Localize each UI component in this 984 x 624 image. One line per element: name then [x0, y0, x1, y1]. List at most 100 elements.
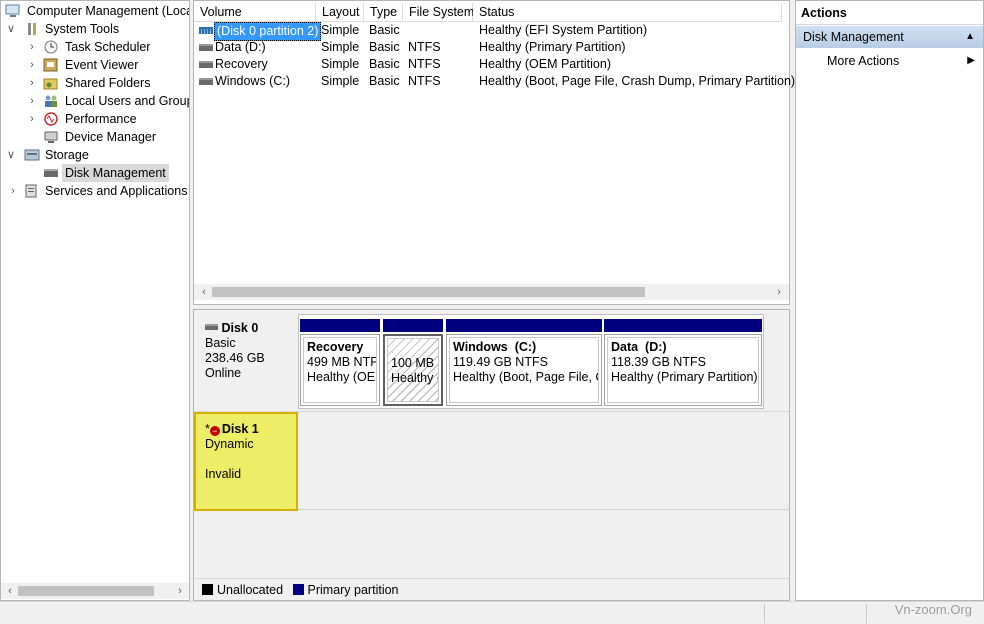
column-header-file-system[interactable]: File System	[403, 3, 474, 22]
chevron-right-icon[interactable]: ›	[27, 110, 37, 128]
partition-size: 499 MB NTFS	[307, 355, 376, 369]
volume-status: Healthy (EFI System Partition)	[479, 23, 648, 37]
scroll-left-arrow-icon[interactable]: ‹	[196, 284, 212, 300]
partition-efi[interactable]: 100 MB Healthy (EFI System Partition)	[383, 334, 443, 406]
scrollbar-thumb[interactable]	[18, 586, 154, 596]
tree-item-label: Task Scheduler	[65, 40, 151, 54]
disk-0-info[interactable]: Disk 0 Basic 238.46 GB Online	[196, 318, 298, 410]
status-bar-separator	[764, 604, 765, 623]
partition-size: 118.39 GB NTFS	[611, 355, 706, 369]
volume-row[interactable]: Recovery Simple Basic NTFS Healthy (OEM …	[194, 56, 789, 73]
scroll-right-arrow-icon[interactable]: ›	[172, 583, 188, 599]
legend-label: Primary partition	[307, 583, 399, 597]
tree-item-label: Services and Applications	[45, 184, 188, 198]
chevron-right-icon[interactable]: ›	[27, 92, 37, 110]
partition-bar	[604, 319, 762, 332]
partition-name: Windows (C:)	[453, 340, 537, 354]
chevron-down-icon[interactable]: ∨	[6, 20, 16, 38]
tree-item-label: Computer Management (Local	[27, 4, 190, 18]
users-icon	[43, 94, 59, 108]
volume-status: Healthy (Boot, Page File, Crash Dump, Pr…	[479, 74, 796, 88]
volume-file-system: NTFS	[408, 74, 441, 88]
volume-list[interactable]: Volume Layout Type File System Status (D…	[193, 0, 795, 305]
drive-icon	[199, 61, 213, 68]
device-manager-icon	[43, 130, 59, 144]
disk-state: Online	[205, 366, 242, 380]
tree-item-label: Device Manager	[65, 130, 157, 144]
divider	[298, 509, 789, 510]
tree-item-label: System Tools	[45, 22, 120, 36]
error-icon: −	[209, 426, 220, 436]
volume-type: Basic	[369, 57, 400, 71]
volume-layout: Simple	[321, 57, 360, 71]
chevron-right-icon[interactable]: ›	[27, 38, 37, 56]
performance-icon	[43, 112, 59, 126]
volume-row[interactable]: (Disk 0 partition 2) Simple Basic Health…	[194, 22, 789, 41]
volume-name: Data (D:)	[215, 40, 266, 54]
volume-layout: Simple	[321, 40, 360, 54]
collapse-triangle-icon[interactable]: ▲	[965, 26, 975, 48]
section-label: Disk Management	[803, 30, 904, 44]
volume-status: Healthy (OEM Partition)	[479, 57, 611, 71]
partition-size: 119.49 GB NTFS	[453, 355, 548, 369]
column-header-volume[interactable]: Volume	[194, 3, 316, 22]
legend-swatch-unallocated	[202, 584, 213, 595]
watermark: Vn-zoom.Org	[894, 602, 972, 617]
actions-pane[interactable]: Actions Disk Management ▲ More Actions ▶	[795, 0, 984, 601]
efi-partition-icon	[199, 27, 213, 34]
console-tree[interactable]: Computer Management (Local ∨ System Tool…	[0, 0, 190, 601]
column-header-type[interactable]: Type	[364, 3, 403, 22]
status-bar	[0, 601, 984, 624]
more-actions-item[interactable]: More Actions ▶	[796, 51, 983, 71]
disk-size: 238.46 GB	[205, 351, 265, 365]
partition-name	[391, 341, 435, 356]
storage-icon	[24, 148, 40, 162]
disk-1-info[interactable]: * − Disk 1 Dynamic Invalid	[194, 412, 298, 511]
computer-management-icon	[5, 4, 21, 18]
partition-status: Healthy (EFI System Partition)	[391, 371, 438, 385]
volume-file-system: NTFS	[408, 40, 441, 54]
tree-horizontal-scrollbar[interactable]: ‹ ›	[1, 583, 189, 599]
chevron-right-icon[interactable]: ›	[27, 56, 37, 74]
chevron-right-icon[interactable]: ›	[27, 74, 37, 92]
volume-type: Basic	[369, 40, 400, 54]
volume-name: Recovery	[215, 57, 268, 71]
volume-row[interactable]: Data (D:) Simple Basic NTFS Healthy (Pri…	[194, 39, 789, 56]
clock-icon	[43, 40, 59, 54]
chevron-down-icon[interactable]: ∨	[6, 146, 16, 164]
event-viewer-icon	[43, 58, 59, 72]
services-icon	[24, 184, 40, 198]
chevron-right-icon[interactable]: ›	[8, 182, 18, 200]
drive-icon	[199, 44, 213, 51]
volume-row[interactable]: Windows (C:) Simple Basic NTFS Healthy (…	[194, 73, 795, 90]
disk-map[interactable]: Disk 0 Basic 238.46 GB Online Recovery 4…	[193, 309, 790, 601]
actions-section-disk-management[interactable]: Disk Management ▲	[796, 26, 983, 48]
volume-status: Healthy (Primary Partition)	[479, 40, 626, 54]
column-header-layout[interactable]: Layout	[316, 3, 364, 22]
disk-management-icon	[43, 166, 59, 180]
volume-type: Basic	[369, 23, 400, 37]
drive-icon	[199, 78, 213, 85]
volume-list-horizontal-scrollbar[interactable]: ‹ ›	[194, 284, 789, 300]
partition-bar	[300, 319, 380, 332]
scroll-right-arrow-icon[interactable]: ›	[771, 284, 787, 300]
partition-status: Healthy (OEM Partition)	[307, 370, 376, 384]
action-label: More Actions	[827, 54, 900, 68]
volume-name: Windows (C:)	[215, 74, 291, 88]
legend-swatch-primary	[292, 584, 304, 595]
column-header-status[interactable]: Status	[473, 3, 782, 22]
disk-type: Basic	[205, 336, 236, 350]
disk-name: Disk 0	[221, 321, 259, 335]
tree-item-label: Local Users and Groups	[65, 94, 190, 108]
tree-item-label: Shared Folders	[65, 76, 151, 90]
scrollbar-thumb[interactable]	[212, 287, 645, 297]
disk-name: Disk 1	[221, 422, 259, 436]
partition-recovery[interactable]: Recovery 499 MB NTFS Healthy (OEM Partit…	[300, 334, 380, 406]
scroll-left-arrow-icon[interactable]: ‹	[2, 583, 18, 599]
partition-name: Data (D:)	[611, 340, 667, 354]
disk-icon	[205, 324, 218, 330]
partition-windows[interactable]: Windows (C:) 119.49 GB NTFS Healthy (Boo…	[446, 334, 602, 406]
volume-file-system: NTFS	[408, 57, 441, 71]
tree-item-label: Event Viewer	[65, 58, 139, 72]
partition-data[interactable]: Data (D:) 118.39 GB NTFS Healthy (Primar…	[604, 334, 762, 406]
